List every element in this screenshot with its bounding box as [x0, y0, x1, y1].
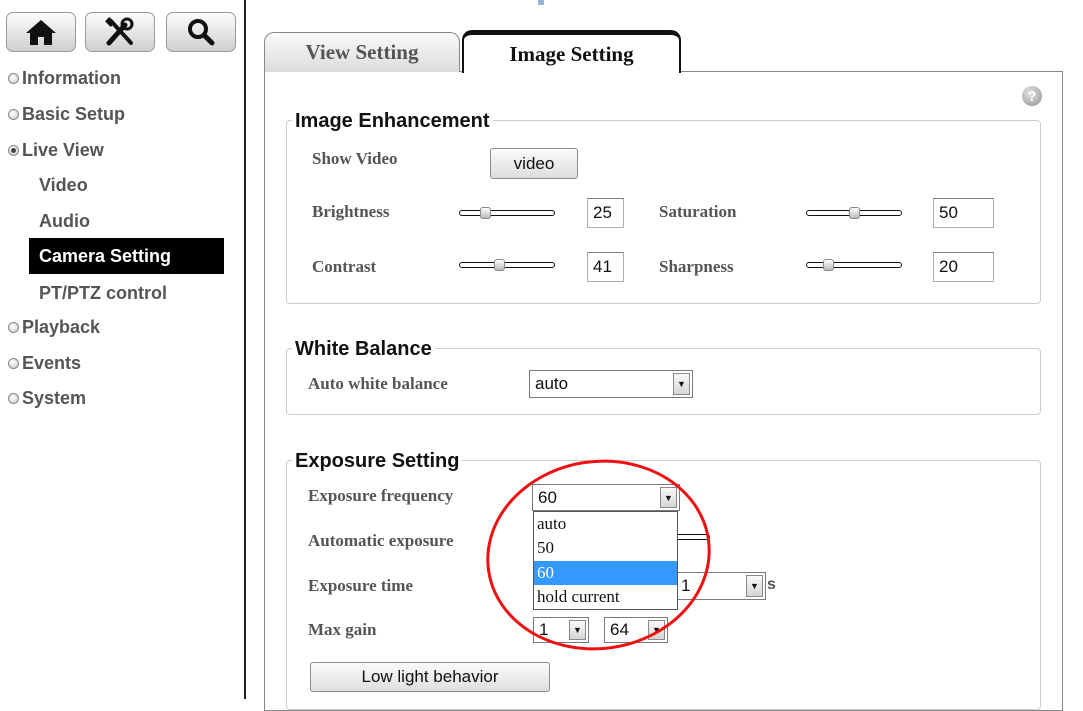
brightness-label: Brightness	[312, 202, 390, 221]
nav-sub-camera-setting[interactable]: Camera Setting	[29, 238, 224, 274]
brightness-value[interactable]: 25	[587, 198, 624, 228]
bullet-icon	[8, 321, 19, 333]
nav-label: Events	[22, 352, 82, 373]
exposure-frequency-label: Exposure frequency	[308, 486, 454, 505]
saturation-label: Saturation	[659, 202, 737, 221]
home-button[interactable]	[6, 12, 76, 52]
low-light-behavior-button[interactable]: Low light behavior	[310, 662, 550, 692]
bullet-icon	[8, 108, 19, 120]
nav-label: Basic Setup	[22, 103, 126, 124]
nav-item-playback[interactable]: Playback	[8, 315, 100, 339]
bullet-icon	[8, 72, 19, 84]
tools-icon	[105, 17, 134, 46]
white-balance-title: White Balance	[292, 338, 435, 361]
option-auto[interactable]: auto	[534, 512, 677, 536]
automatic-exposure-label: Automatic exposure	[308, 531, 454, 550]
chevron-down-icon[interactable]: ▼	[746, 575, 763, 597]
max-gain-min-select[interactable]: 1 ▼	[533, 617, 589, 643]
option-hold-current[interactable]: hold current	[534, 585, 677, 609]
contrast-label: Contrast	[312, 257, 377, 276]
tab-view-setting[interactable]: View Setting	[264, 32, 460, 72]
select-value: 60	[538, 487, 557, 507]
help-icon[interactable]: ?	[1022, 86, 1042, 106]
slider-thumb[interactable]	[493, 259, 505, 271]
tools-button[interactable]	[85, 12, 155, 52]
nav-item-basic-setup[interactable]: Basic Setup	[8, 102, 125, 126]
option-60[interactable]: 60	[534, 560, 677, 585]
slider-thumb[interactable]	[848, 207, 860, 219]
nav-item-system[interactable]: System	[8, 386, 86, 410]
slider-track	[806, 262, 902, 268]
chevron-down-icon[interactable]: ▼	[673, 373, 690, 395]
max-gain-max-select[interactable]: 64 ▼	[604, 617, 668, 643]
nav-label: Playback	[22, 316, 101, 337]
tab-image-setting[interactable]: Image Setting	[462, 30, 681, 73]
top-edge-marker	[538, 0, 544, 5]
nav-item-events[interactable]: Events	[8, 351, 81, 375]
bullet-icon	[8, 357, 19, 369]
slider-thumb[interactable]	[823, 259, 834, 271]
auto-white-balance-select[interactable]: auto ▼	[529, 370, 693, 398]
nav-sub-audio[interactable]: Audio	[39, 209, 90, 233]
nav-item-live-view[interactable]: Live View	[8, 138, 104, 162]
chevron-down-icon[interactable]: ▼	[569, 620, 586, 640]
slider-track	[459, 262, 555, 268]
image-enhancement-title: Image Enhancement	[292, 110, 493, 133]
show-video-label: Show Video	[312, 149, 398, 168]
option-50[interactable]: 50	[534, 536, 677, 560]
slider-track	[459, 210, 555, 216]
contrast-slider[interactable]	[459, 258, 555, 272]
bullet-expanded-icon	[8, 144, 19, 156]
select-value: 1	[681, 576, 691, 595]
select-value: 1	[539, 620, 549, 639]
nav-sub-video[interactable]: Video	[39, 173, 88, 197]
video-button[interactable]: video	[490, 148, 578, 179]
nav-label: System	[22, 387, 87, 408]
brightness-slider[interactable]	[459, 206, 555, 220]
search-button[interactable]	[166, 12, 236, 52]
bullet-icon	[8, 392, 19, 404]
exposure-frequency-select[interactable]: 60 ▼	[532, 484, 680, 511]
exposure-time-select[interactable]: 1 ▼	[676, 572, 766, 600]
auto-white-balance-label: Auto white balance	[308, 374, 448, 393]
sharpness-label: Sharpness	[659, 257, 734, 276]
exposure-setting-title: Exposure Setting	[292, 450, 463, 473]
nav-sub-pt-ptz-control[interactable]: PT/PTZ control	[39, 281, 167, 305]
slider-thumb[interactable]	[480, 207, 492, 219]
nav-item-information[interactable]: Information	[8, 66, 121, 90]
sharpness-slider[interactable]	[806, 258, 902, 272]
select-value: 64	[610, 620, 629, 639]
nav-divider	[244, 0, 246, 699]
contrast-value[interactable]: 41	[587, 252, 624, 282]
chevron-down-icon[interactable]: ▼	[660, 487, 677, 508]
max-gain-label: Max gain	[308, 620, 377, 639]
saturation-slider[interactable]	[806, 206, 902, 220]
nav-label: Live View	[22, 139, 104, 160]
chevron-down-icon[interactable]: ▼	[648, 620, 665, 640]
nav-label: Information	[22, 67, 121, 88]
select-value: auto	[535, 374, 569, 393]
exposure-time-unit: s	[767, 576, 776, 593]
search-icon	[188, 19, 215, 46]
sharpness-value[interactable]: 20	[933, 252, 994, 282]
exposure-frequency-options[interactable]: auto 50 60 hold current	[533, 511, 678, 610]
home-icon	[26, 20, 56, 45]
automatic-exposure-slider-stub[interactable]	[676, 534, 710, 540]
exposure-time-label: Exposure time	[308, 576, 413, 595]
saturation-value[interactable]: 50	[933, 198, 994, 228]
